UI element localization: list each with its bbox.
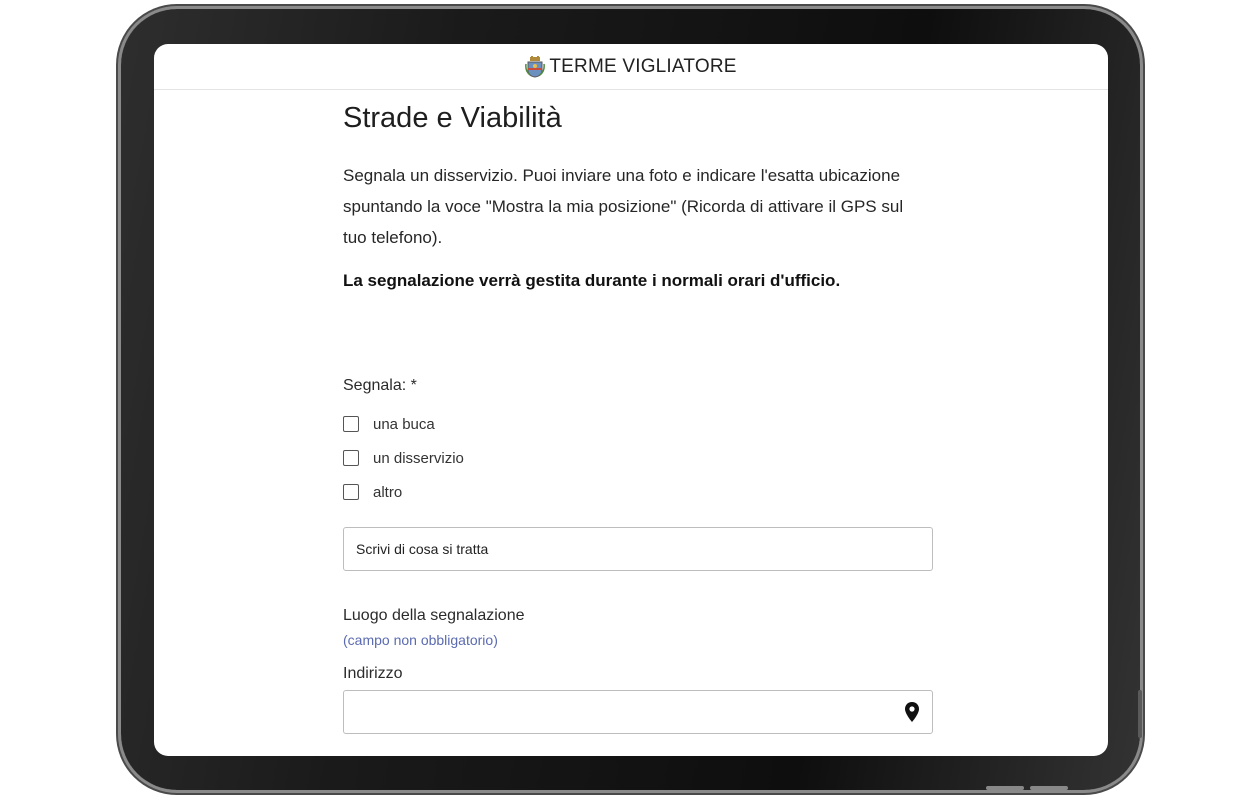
map-pin-icon[interactable] xyxy=(905,702,919,722)
coat-of-arms-icon xyxy=(525,55,546,78)
tablet-side-button xyxy=(1138,690,1142,738)
main-content: Strade e Viabilità Segnala un disservizi… xyxy=(343,100,935,734)
address-label: Indirizzo xyxy=(343,665,403,682)
checkbox[interactable] xyxy=(343,484,359,500)
option-un-disservizio[interactable]: un disservizio xyxy=(343,441,935,475)
office-hours-note: La segnalazione verrà gestita durante i … xyxy=(343,271,841,290)
site-title[interactable]: TERME VIGLIATORE xyxy=(549,56,736,78)
tablet-screen: TERME VIGLIATORE Strade e Viabilità Segn… xyxy=(154,44,1108,756)
tablet-volume-button xyxy=(986,786,1024,790)
location-optional-hint: (campo non obbligatorio) xyxy=(343,632,498,648)
description-input[interactable] xyxy=(343,527,933,571)
address-input[interactable] xyxy=(343,690,933,734)
option-label: altro xyxy=(373,483,403,501)
checkbox[interactable] xyxy=(343,416,359,432)
address-field xyxy=(343,690,933,734)
intro-text: Segnala un disservizio. Puoi inviare una… xyxy=(343,166,904,247)
segnala-options: una buca un disservizio altro xyxy=(343,407,935,509)
tablet-volume-button xyxy=(1030,786,1068,790)
location-label: Luogo della segnalazione xyxy=(343,607,525,624)
option-label: una buca xyxy=(373,415,435,433)
site-header: TERME VIGLIATORE xyxy=(154,44,1108,90)
option-una-buca[interactable]: una buca xyxy=(343,407,935,441)
option-label: un disservizio xyxy=(373,449,464,467)
option-altro[interactable]: altro xyxy=(343,475,935,509)
page-title: Strade e Viabilità xyxy=(343,102,562,134)
segnala-label: Segnala: * xyxy=(343,377,417,394)
checkbox[interactable] xyxy=(343,450,359,466)
